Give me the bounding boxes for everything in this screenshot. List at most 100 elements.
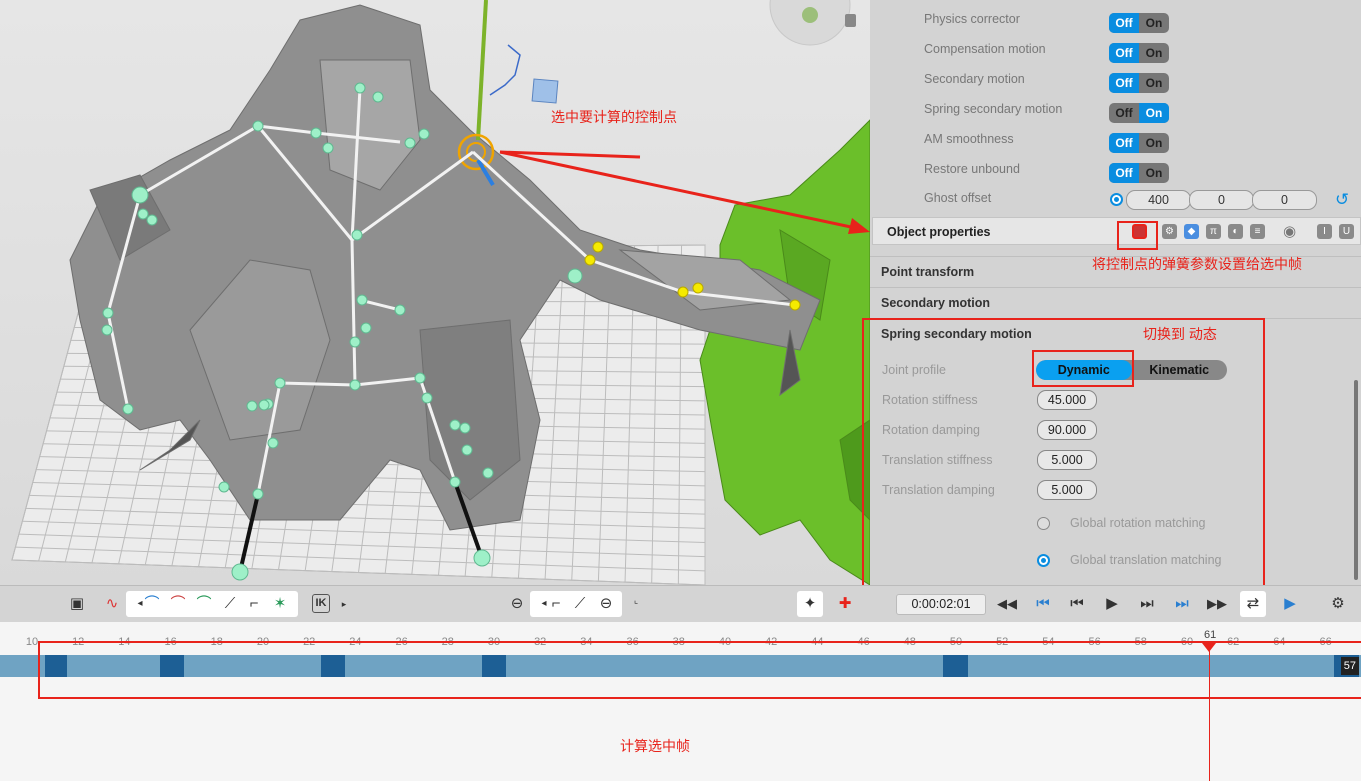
toggle-on[interactable]: On [1139, 133, 1169, 153]
material-icon[interactable]: ◆ [1184, 224, 1199, 239]
skeleton-joint[interactable] [372, 91, 384, 103]
playback-mode-icon[interactable]: ▶ [1280, 594, 1300, 614]
skeleton-joint[interactable] [449, 419, 461, 431]
curve-linear-icon[interactable]: ⟋ [220, 594, 240, 614]
skeleton-joint[interactable] [692, 282, 704, 294]
keyframe-tool-icon[interactable]: ⊖ [507, 594, 527, 614]
curve-auto-icon[interactable]: ⌒ [142, 594, 162, 614]
skeleton-joint[interactable] [246, 400, 258, 412]
skeleton-joint[interactable] [356, 294, 368, 306]
skeleton-joint[interactable] [274, 377, 286, 389]
skeleton-joint[interactable] [146, 214, 158, 226]
frame-select-icon[interactable]: ▣ [67, 594, 87, 614]
skeleton-joint[interactable] [122, 403, 134, 415]
ik-expand-icon[interactable]: ▸ [334, 594, 354, 614]
skeleton-joint[interactable] [351, 229, 363, 241]
toggle-off[interactable]: Off [1109, 13, 1139, 33]
toggle-off[interactable]: Off [1109, 43, 1139, 63]
toggle-off[interactable]: Off [1109, 163, 1139, 183]
skeleton-joint[interactable] [789, 299, 801, 311]
skeleton-joint[interactable] [258, 399, 270, 411]
skeleton-joint[interactable] [449, 476, 461, 488]
skeleton-joint[interactable] [482, 467, 494, 479]
skeleton-joint[interactable] [218, 481, 230, 493]
timeline[interactable]: 10 12 14 16 18 20 22 24 26 28 30 32 34 36 38 40 42 44 46 48… [0, 622, 1361, 781]
off-on-toggle[interactable]: Off On [1109, 133, 1169, 153]
timecode-display[interactable]: 0:00:02:01 [896, 594, 986, 615]
ghost-offset-z[interactable]: 0 [1252, 190, 1317, 210]
skeleton-joint[interactable] [252, 120, 264, 132]
skeleton-joint[interactable] [310, 127, 322, 139]
skeleton-joint[interactable] [404, 137, 416, 149]
go-to-start-icon[interactable]: ⏮ [1033, 594, 1053, 614]
wave-icon[interactable]: ∿ [102, 594, 122, 614]
marker-icon[interactable]: ✚ [835, 594, 855, 614]
prev-frame-icon[interactable]: ⏮ [1067, 594, 1087, 614]
skeleton-joint[interactable] [322, 142, 334, 154]
toggle-off[interactable]: Off [1109, 133, 1139, 153]
off-on-toggle[interactable]: Off On [1109, 43, 1169, 63]
skeleton-joint[interactable] [349, 379, 361, 391]
panel-scrollbar[interactable] [1354, 380, 1358, 580]
list-icon[interactable]: ≡ [1250, 224, 1265, 239]
curve-step-icon[interactable]: ⌐ [244, 594, 264, 614]
eye-icon[interactable]: ◉ [1283, 222, 1296, 240]
skeleton-joint[interactable] [584, 254, 596, 266]
ghost-offset-x[interactable]: 400 [1126, 190, 1191, 210]
loop-icon[interactable]: ⇄ [1243, 594, 1263, 614]
key-smooth-icon[interactable]: ⊖ [596, 594, 616, 614]
skeleton-joint[interactable] [252, 488, 264, 500]
off-on-toggle[interactable]: Off On [1109, 73, 1169, 93]
unit-icon[interactable]: U [1339, 224, 1354, 239]
toggle-on[interactable]: On [1139, 43, 1169, 63]
toggle-off[interactable]: Off [1109, 103, 1139, 123]
ghost-offset-radio[interactable] [1110, 193, 1123, 206]
skeleton-joint[interactable] [354, 82, 366, 94]
off-on-toggle[interactable]: Off On [1109, 163, 1169, 183]
skeleton-joint[interactable] [131, 186, 149, 204]
lock-icon[interactable] [845, 14, 856, 27]
go-to-end-icon[interactable]: ⏭ [1172, 594, 1192, 614]
skeleton-joint[interactable] [567, 268, 583, 284]
text-cursor-icon[interactable]: I [1317, 224, 1332, 239]
skeleton-joint[interactable] [418, 128, 430, 140]
next-frame-icon[interactable]: ⏭ [1137, 594, 1157, 614]
3d-viewport[interactable]: 选中要计算的控制点 [0, 0, 870, 585]
play-icon[interactable]: ▶ [1102, 594, 1122, 614]
skeleton-joint[interactable] [592, 241, 604, 253]
curve-spline-icon[interactable]: ⌒ [168, 594, 188, 614]
toggle-off[interactable]: Off [1109, 73, 1139, 93]
off-on-toggle[interactable]: Off On [1109, 13, 1169, 33]
skeleton-joint[interactable] [421, 392, 433, 404]
skeleton-joint[interactable] [102, 307, 114, 319]
skeleton-joint[interactable] [137, 208, 149, 220]
curve-clamped-icon[interactable]: ⌒ [194, 594, 214, 614]
key-linear-icon[interactable]: ⟋ [570, 594, 590, 614]
skeleton-joint[interactable] [414, 372, 426, 384]
fast-forward-icon[interactable]: ▶▶ [1207, 594, 1227, 614]
skeleton-joint[interactable] [394, 304, 406, 316]
skeleton-joint[interactable] [461, 444, 473, 456]
skeleton-joint[interactable] [677, 286, 689, 298]
ghost-offset-y[interactable]: 0 [1189, 190, 1254, 210]
toggle-on[interactable]: On [1139, 13, 1169, 33]
rewind-icon[interactable]: ◀◀ [997, 594, 1017, 614]
skeleton-joint[interactable] [459, 422, 471, 434]
ik-button[interactable]: IK [312, 594, 330, 613]
toggle-on[interactable]: On [1139, 103, 1169, 123]
section-secondary-motion[interactable]: Secondary motion [870, 287, 1361, 317]
pin-icon[interactable]: ✦ [800, 594, 820, 614]
skeleton-joint[interactable] [231, 563, 249, 581]
skeleton-joint[interactable] [473, 549, 491, 567]
off-on-toggle[interactable]: Off On [1109, 103, 1169, 123]
toggle-on[interactable]: On [1139, 73, 1169, 93]
skeleton-icon[interactable]: ⚙ [1162, 224, 1177, 239]
mirror-icon[interactable]: ◐ [1228, 224, 1243, 239]
skeleton-joint[interactable] [267, 437, 279, 449]
toggle-on[interactable]: On [1139, 163, 1169, 183]
key-step-icon[interactable]: ⌐ [546, 594, 566, 614]
skeleton-joint[interactable] [360, 322, 372, 334]
pi-icon[interactable]: π [1206, 224, 1221, 239]
skeleton-joint[interactable] [101, 324, 113, 336]
green-creature[interactable] [699, 119, 870, 585]
